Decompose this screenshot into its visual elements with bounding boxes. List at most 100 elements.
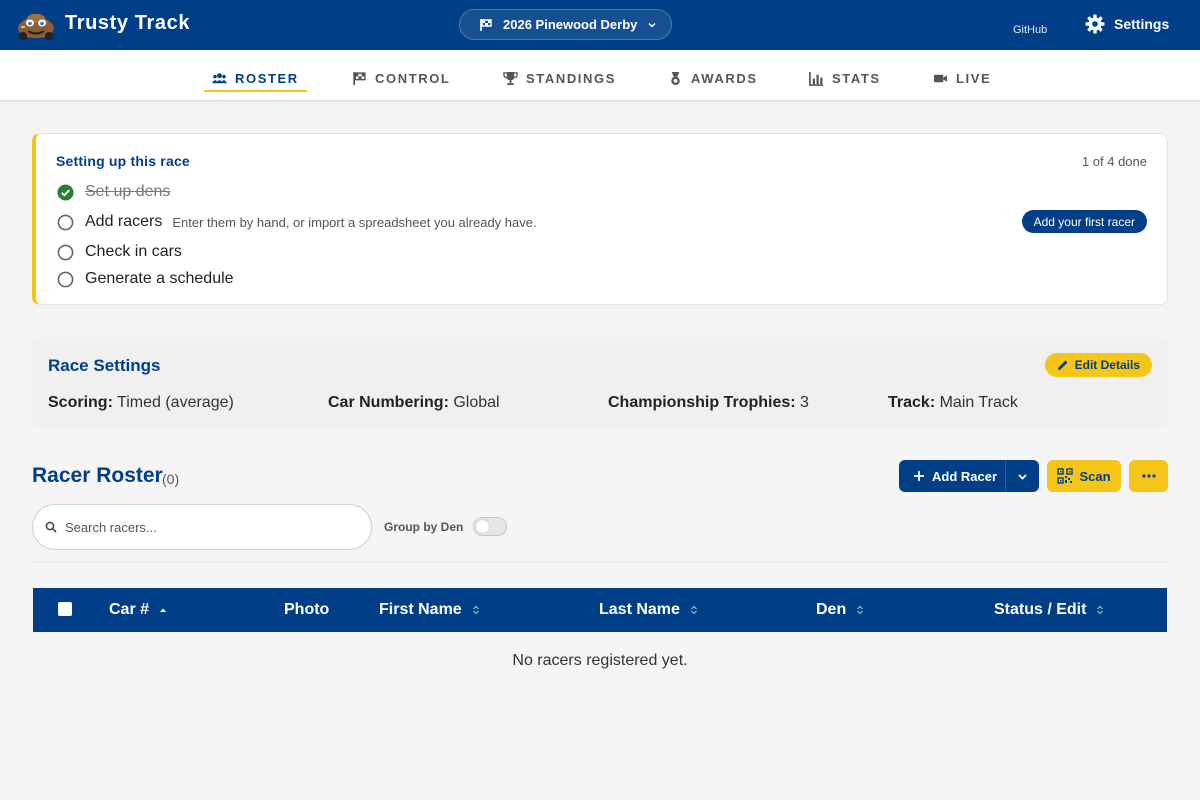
empty-circle-icon [57, 244, 74, 260]
car-logo-icon[interactable] [16, 9, 56, 41]
tab-label: CONTROL [375, 70, 451, 86]
setup-step-add-racers[interactable]: Add racers Enter them by hand, or import… [57, 213, 537, 231]
column-label: Car # [109, 601, 150, 618]
step-label: Generate a schedule [85, 270, 234, 287]
setting-value: 3 [800, 394, 809, 411]
race-settings-title: Race Settings [48, 356, 161, 375]
main-tabs: ROSTER CONTROL STANDINGS AWARDS STATS LI… [0, 50, 1200, 101]
select-all-checkbox[interactable] [58, 602, 72, 616]
setting-championship-trophies: Championship Trophies: 3 [608, 394, 809, 412]
more-options-button[interactable] [1129, 460, 1168, 492]
setting-car-numbering: Car Numbering: Global [328, 394, 500, 412]
empty-circle-icon [57, 214, 74, 230]
toggle-knob [476, 520, 489, 533]
edit-details-button[interactable]: Edit Details [1044, 353, 1152, 377]
sort-icon [857, 605, 864, 615]
setting-label: Championship Trophies: [608, 394, 796, 411]
sort-icon [691, 605, 697, 615]
group-by-den-toggle[interactable] [473, 517, 507, 536]
setting-track: Track: Main Track [888, 394, 1018, 412]
tab-label: AWARDS [691, 70, 758, 86]
tab-stats[interactable]: STATS [809, 67, 881, 89]
medal-icon [671, 71, 680, 85]
scan-label: Scan [1079, 468, 1111, 484]
settings-label: Settings [1114, 16, 1170, 32]
group-by-den-label: Group by Den [384, 520, 464, 534]
sort-ascending-icon [160, 608, 167, 612]
sort-icon [472, 605, 479, 615]
column-label: First Name [379, 601, 462, 618]
column-label: Den [816, 601, 847, 618]
setup-step-generate-schedule[interactable]: Generate a schedule [57, 270, 234, 288]
setting-value: Timed (average) [117, 394, 234, 411]
tab-roster[interactable]: ROSTER [204, 67, 307, 92]
setting-value: Main Track [939, 394, 1018, 411]
step-label: Add racers [85, 213, 163, 230]
tab-awards[interactable]: AWARDS [668, 67, 758, 89]
tab-label: ROSTER [235, 70, 299, 86]
race-selector[interactable]: 2026 Pinewood Derby [459, 9, 672, 40]
gear-icon [1085, 14, 1105, 34]
empty-circle-icon [57, 271, 74, 287]
race-selector-label: 2026 Pinewood Derby [503, 17, 638, 32]
divider [32, 562, 1168, 563]
tab-control[interactable]: CONTROL [352, 67, 450, 89]
scan-button[interactable]: Scan [1047, 460, 1121, 492]
app-title: Trusty Track [65, 12, 191, 34]
column-label: Photo [284, 601, 330, 618]
chevron-down-icon [648, 22, 656, 27]
column-header-last-name[interactable]: Last Name [599, 601, 698, 619]
sort-icon [1097, 605, 1104, 615]
setup-step-check-in-cars[interactable]: Check in cars [57, 243, 182, 261]
setup-progress: 1 of 4 done [1081, 154, 1147, 169]
trophy-icon [503, 71, 518, 85]
column-header-car-number[interactable]: Car # [109, 601, 167, 619]
search-icon [45, 521, 57, 533]
column-header-photo: Photo [284, 601, 329, 619]
setup-checklist-card: Setting up this race 1 of 4 done Set up … [32, 133, 1168, 305]
add-racer-button[interactable]: Add Racer [899, 460, 1005, 492]
setting-label: Car Numbering: [328, 394, 449, 411]
tab-label: STANDINGS [526, 70, 616, 86]
chevron-down-icon [1018, 473, 1027, 480]
setting-scoring: Scoring: Timed (average) [48, 394, 234, 412]
videocam-icon [933, 74, 948, 82]
tab-live[interactable]: LIVE [933, 67, 991, 89]
add-racer-split-button: Add Racer [899, 460, 1039, 492]
flag-icon [480, 18, 492, 31]
flag-icon [353, 71, 366, 85]
roster-count: (0) [162, 471, 180, 487]
column-header-status-edit[interactable]: Status / Edit [994, 601, 1104, 619]
column-header-den[interactable]: Den [816, 601, 864, 619]
empty-roster-message: No racers registered yet. [512, 652, 688, 669]
more-horiz-icon [1141, 474, 1156, 478]
setup-title: Setting up this race [56, 153, 190, 169]
group-icon [212, 72, 227, 83]
add-racer-label: Add Racer [932, 468, 998, 484]
add-racer-dropdown-toggle[interactable] [1005, 460, 1039, 492]
setting-label: Scoring: [48, 394, 113, 411]
step-label: Check in cars [85, 243, 182, 260]
tab-standings[interactable]: STANDINGS [503, 67, 616, 89]
settings-button[interactable]: Settings [1085, 14, 1169, 34]
tab-label: STATS [832, 70, 881, 86]
roster-title: Racer Roster [32, 464, 163, 487]
race-settings-card: Race Settings Edit Details Scoring: Time… [32, 337, 1168, 428]
search-input[interactable] [65, 519, 345, 535]
add-first-racer-button[interactable]: Add your first racer [1021, 210, 1147, 233]
step-label: Set up dens [85, 183, 171, 200]
step-hint: Enter them by hand, or import a spreadsh… [172, 214, 537, 230]
roster-table-header: Car # Photo First Name Last Name Den Sta… [33, 588, 1167, 632]
bar-chart-icon [809, 71, 824, 86]
github-link[interactable]: GitHub [1013, 24, 1047, 36]
setting-value: Global [453, 394, 500, 411]
pencil-icon [1057, 360, 1068, 370]
column-header-first-name[interactable]: First Name [379, 601, 480, 619]
setting-label: Track: [888, 394, 936, 411]
app-header: Trusty Track 2026 Pinewood Derby GitHub [0, 0, 1200, 50]
tab-label: LIVE [956, 70, 992, 86]
setup-step-set-up-dens[interactable]: Set up dens [57, 183, 170, 201]
qr-code-icon [1057, 468, 1074, 484]
edit-details-label: Edit Details [1074, 358, 1140, 372]
check-circle-icon [57, 183, 74, 201]
